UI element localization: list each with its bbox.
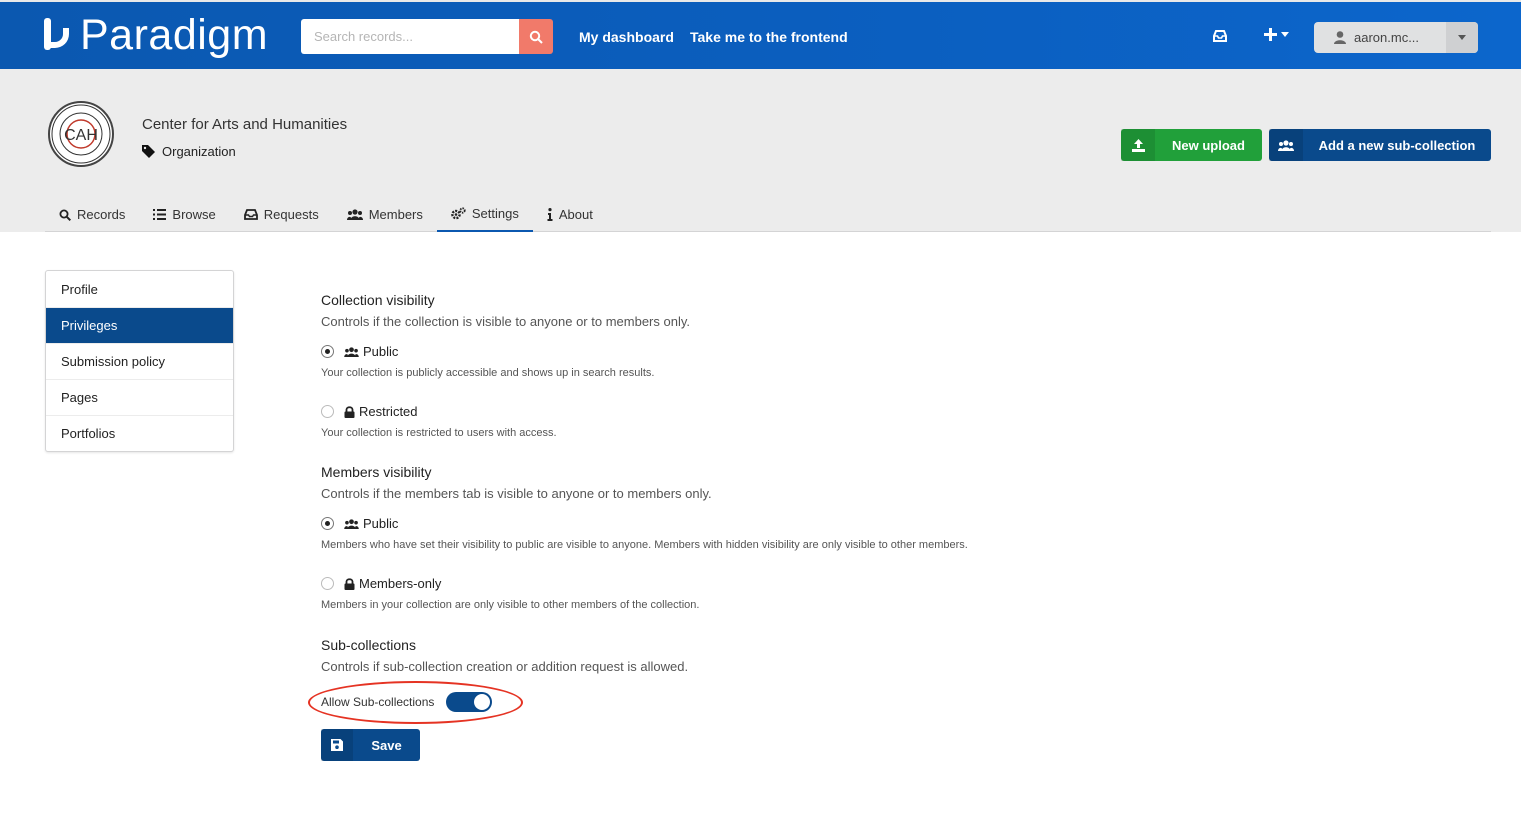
privileges-form: Collection visibility Controls if the co… [321, 292, 1221, 674]
users-icon [1278, 139, 1294, 151]
tab-requests-label: Requests [263, 207, 319, 222]
side-menu-portfolios[interactable]: Portfolios [46, 415, 233, 451]
search-icon [529, 30, 543, 44]
tag-icon [142, 145, 155, 158]
tab-browse-label: Browse [172, 207, 216, 222]
tab-members-label: Members [368, 207, 423, 222]
members-only-option[interactable]: Members-only [321, 576, 1221, 591]
tab-browse[interactable]: Browse [139, 197, 229, 232]
collection-restricted-help: Your collection is restricted to users w… [321, 427, 557, 439]
members-public-radio[interactable] [321, 517, 334, 530]
organization-logo: CAH [48, 101, 114, 167]
frontend-link[interactable]: Take me to the frontend [690, 29, 848, 45]
plus-icon [1264, 28, 1277, 41]
search-input[interactable] [301, 19, 519, 54]
tab-members[interactable]: Members [333, 197, 437, 232]
user-name: aaron.mc... [1354, 30, 1420, 45]
organization-type: Organization [142, 144, 236, 159]
new-upload-label: New upload [1172, 137, 1245, 153]
paradigm-logo-icon [44, 18, 69, 52]
tab-about[interactable]: About [533, 197, 607, 232]
cogs-icon [451, 207, 466, 220]
upload-icon [1131, 138, 1145, 152]
members-public-help: Members who have set their visibility to… [321, 539, 968, 551]
save-button[interactable]: Save [321, 729, 420, 761]
add-sub-collection-button[interactable]: Add a new sub-collection [1269, 129, 1491, 161]
tab-about-label: About [558, 207, 593, 222]
inbox-icon[interactable] [1212, 29, 1228, 48]
collection-public-radio[interactable] [321, 345, 334, 358]
allow-sub-collections-label: Allow Sub-collections [321, 695, 435, 709]
collection-tabs: Records Browse Requests Members Settings… [45, 197, 1491, 232]
collection-public-label: Public [363, 344, 399, 359]
top-navbar: Paradigm My dashboard Take me to the fro… [0, 0, 1521, 69]
create-menu-button[interactable] [1264, 28, 1289, 41]
tab-requests[interactable]: Requests [230, 197, 333, 232]
search-button[interactable] [519, 19, 553, 54]
tab-records[interactable]: Records [45, 197, 139, 232]
save-label: Save [371, 737, 402, 753]
collection-public-option[interactable]: Public [321, 344, 1221, 359]
list-icon [153, 209, 167, 220]
collection-visibility-desc: Controls if the collection is visible to… [321, 314, 690, 329]
side-menu-privileges[interactable]: Privileges [46, 307, 233, 343]
settings-side-menu: Profile Privileges Submission policy Pag… [45, 270, 234, 452]
allow-sub-collections-row: Allow Sub-collections [321, 692, 493, 712]
user-icon [1334, 31, 1346, 44]
organization-name: Center for Arts and Humanities [142, 116, 348, 133]
members-public-option[interactable]: Public [321, 516, 1221, 531]
my-dashboard-link[interactable]: My dashboard [579, 29, 674, 45]
caret-down-icon [1281, 32, 1289, 37]
user-button[interactable]: aaron.mc... [1314, 22, 1446, 53]
organization-logo-text: CAH [64, 127, 98, 144]
brand-logo[interactable]: Paradigm [44, 13, 268, 57]
members-only-radio[interactable] [321, 577, 334, 590]
users-icon [344, 518, 359, 529]
lock-icon [344, 577, 355, 590]
sub-collections-title: Sub-collections [321, 637, 416, 653]
search-bar [301, 19, 553, 54]
caret-down-icon [1458, 35, 1466, 40]
collection-restricted-radio[interactable] [321, 405, 334, 418]
tab-settings[interactable]: Settings [436, 197, 533, 232]
brand-name: Paradigm [80, 11, 269, 59]
add-sub-collection-label: Add a new sub-collection [1318, 137, 1476, 153]
tab-records-label: Records [77, 207, 126, 222]
users-icon [346, 209, 363, 220]
users-icon [344, 346, 359, 357]
collection-restricted-label: Restricted [359, 404, 418, 419]
user-menu[interactable]: aaron.mc... [1314, 22, 1478, 53]
tab-settings-label: Settings [471, 206, 519, 221]
members-only-label: Members-only [359, 576, 442, 591]
members-only-help: Members in your collection are only visi… [321, 599, 700, 611]
members-public-label: Public [363, 516, 399, 531]
lock-icon [344, 405, 355, 418]
collection-visibility-title: Collection visibility [321, 292, 435, 308]
side-menu-profile[interactable]: Profile [46, 271, 233, 307]
sub-collections-desc: Controls if sub-collection creation or a… [321, 659, 689, 674]
collection-restricted-option[interactable]: Restricted [321, 404, 1221, 419]
user-dropdown-toggle[interactable] [1446, 22, 1478, 53]
save-icon [331, 739, 343, 751]
side-menu-submission-policy[interactable]: Submission policy [46, 343, 233, 379]
members-visibility-title: Members visibility [321, 464, 432, 480]
side-menu-pages[interactable]: Pages [46, 379, 233, 415]
allow-sub-collections-toggle[interactable] [446, 692, 493, 712]
info-icon [547, 208, 553, 221]
members-visibility-desc: Controls if the members tab is visible t… [321, 486, 712, 501]
search-icon [59, 209, 71, 221]
new-upload-button[interactable]: New upload [1121, 129, 1262, 161]
organization-type-label: Organization [162, 144, 236, 159]
collection-public-help: Your collection is publicly accessible a… [321, 367, 655, 379]
inbox-icon [243, 209, 258, 220]
